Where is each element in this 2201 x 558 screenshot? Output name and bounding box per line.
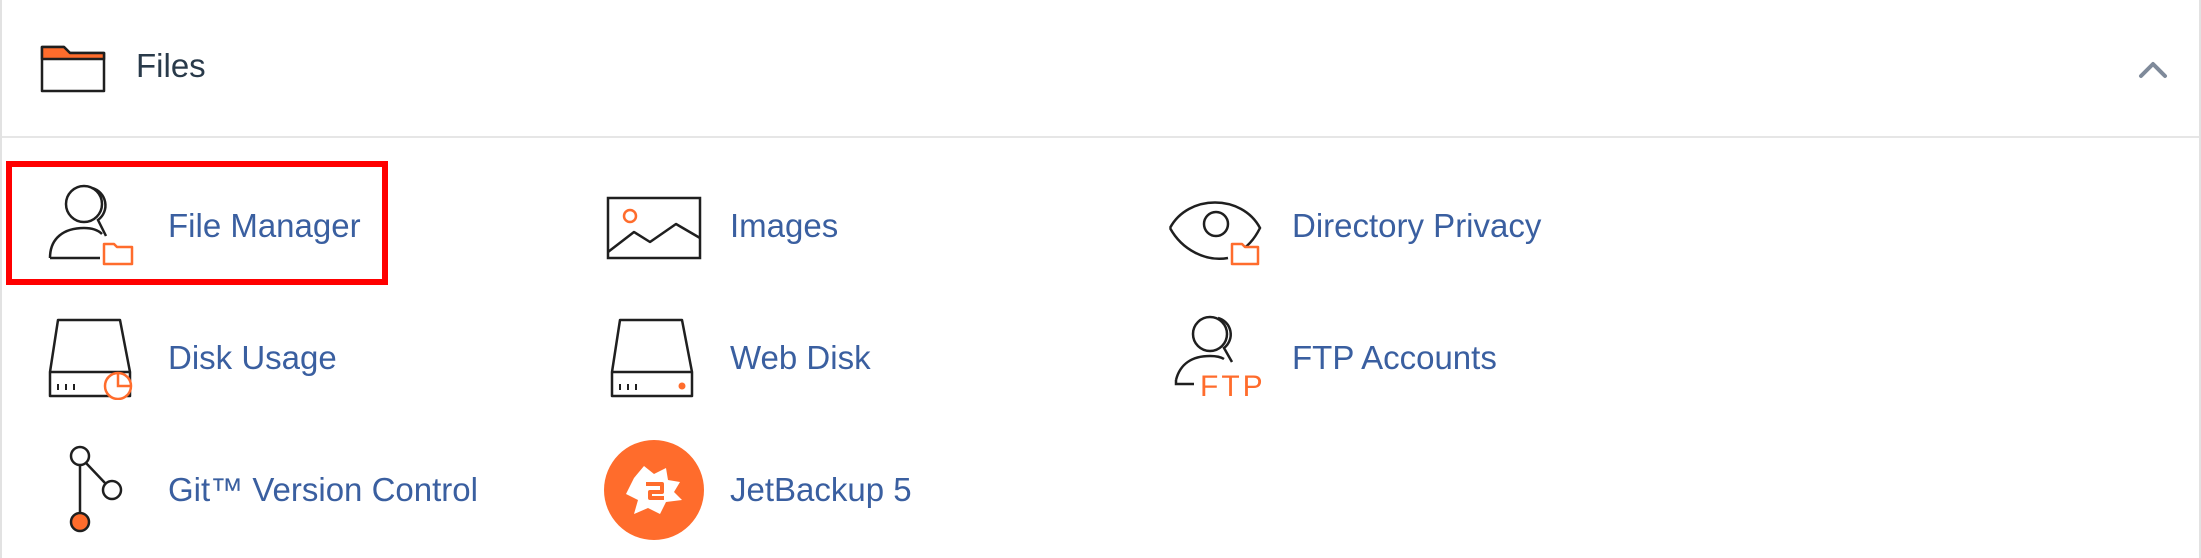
git-branch-icon [69,445,123,533]
item-ftp-accounts[interactable]: FTP FTP Accounts [1166,310,1566,420]
item-jetbackup[interactable]: JetBackup 5 [604,440,924,550]
item-directory-privacy[interactable]: Directory Privacy [1166,180,1566,290]
item-label[interactable]: Disk Usage [168,336,337,380]
files-section-header[interactable]: Files [2,0,2199,138]
item-web-disk[interactable]: Web Disk [604,310,904,420]
svg-text:FTP: FTP [1200,370,1266,400]
disk-usage-icon [48,318,133,400]
item-label[interactable]: Images [730,204,838,248]
item-label[interactable]: JetBackup 5 [730,468,912,512]
folder-icon [40,45,106,93]
image-icon [606,196,702,260]
item-disk-usage[interactable]: Disk Usage [42,310,342,420]
section-title: Files [136,47,206,84]
highlight-box [6,161,388,285]
web-disk-icon [610,318,694,398]
item-git-version-control[interactable]: Git™ Version Control [42,440,502,550]
item-label[interactable]: FTP Accounts [1292,336,1497,380]
item-label[interactable]: Directory Privacy [1292,204,1541,248]
item-images[interactable]: Images [604,180,864,290]
jetbackup-logo-icon [604,440,704,540]
chevron-up-icon[interactable] [2135,52,2171,88]
eye-folder-icon [1168,201,1262,266]
item-label[interactable]: Git™ Version Control [168,468,478,512]
ftp-accounts-icon: FTP [1174,315,1266,400]
item-label[interactable]: Web Disk [730,336,871,380]
files-panel: Files File Manager Images Directory Priv… [0,0,2201,558]
